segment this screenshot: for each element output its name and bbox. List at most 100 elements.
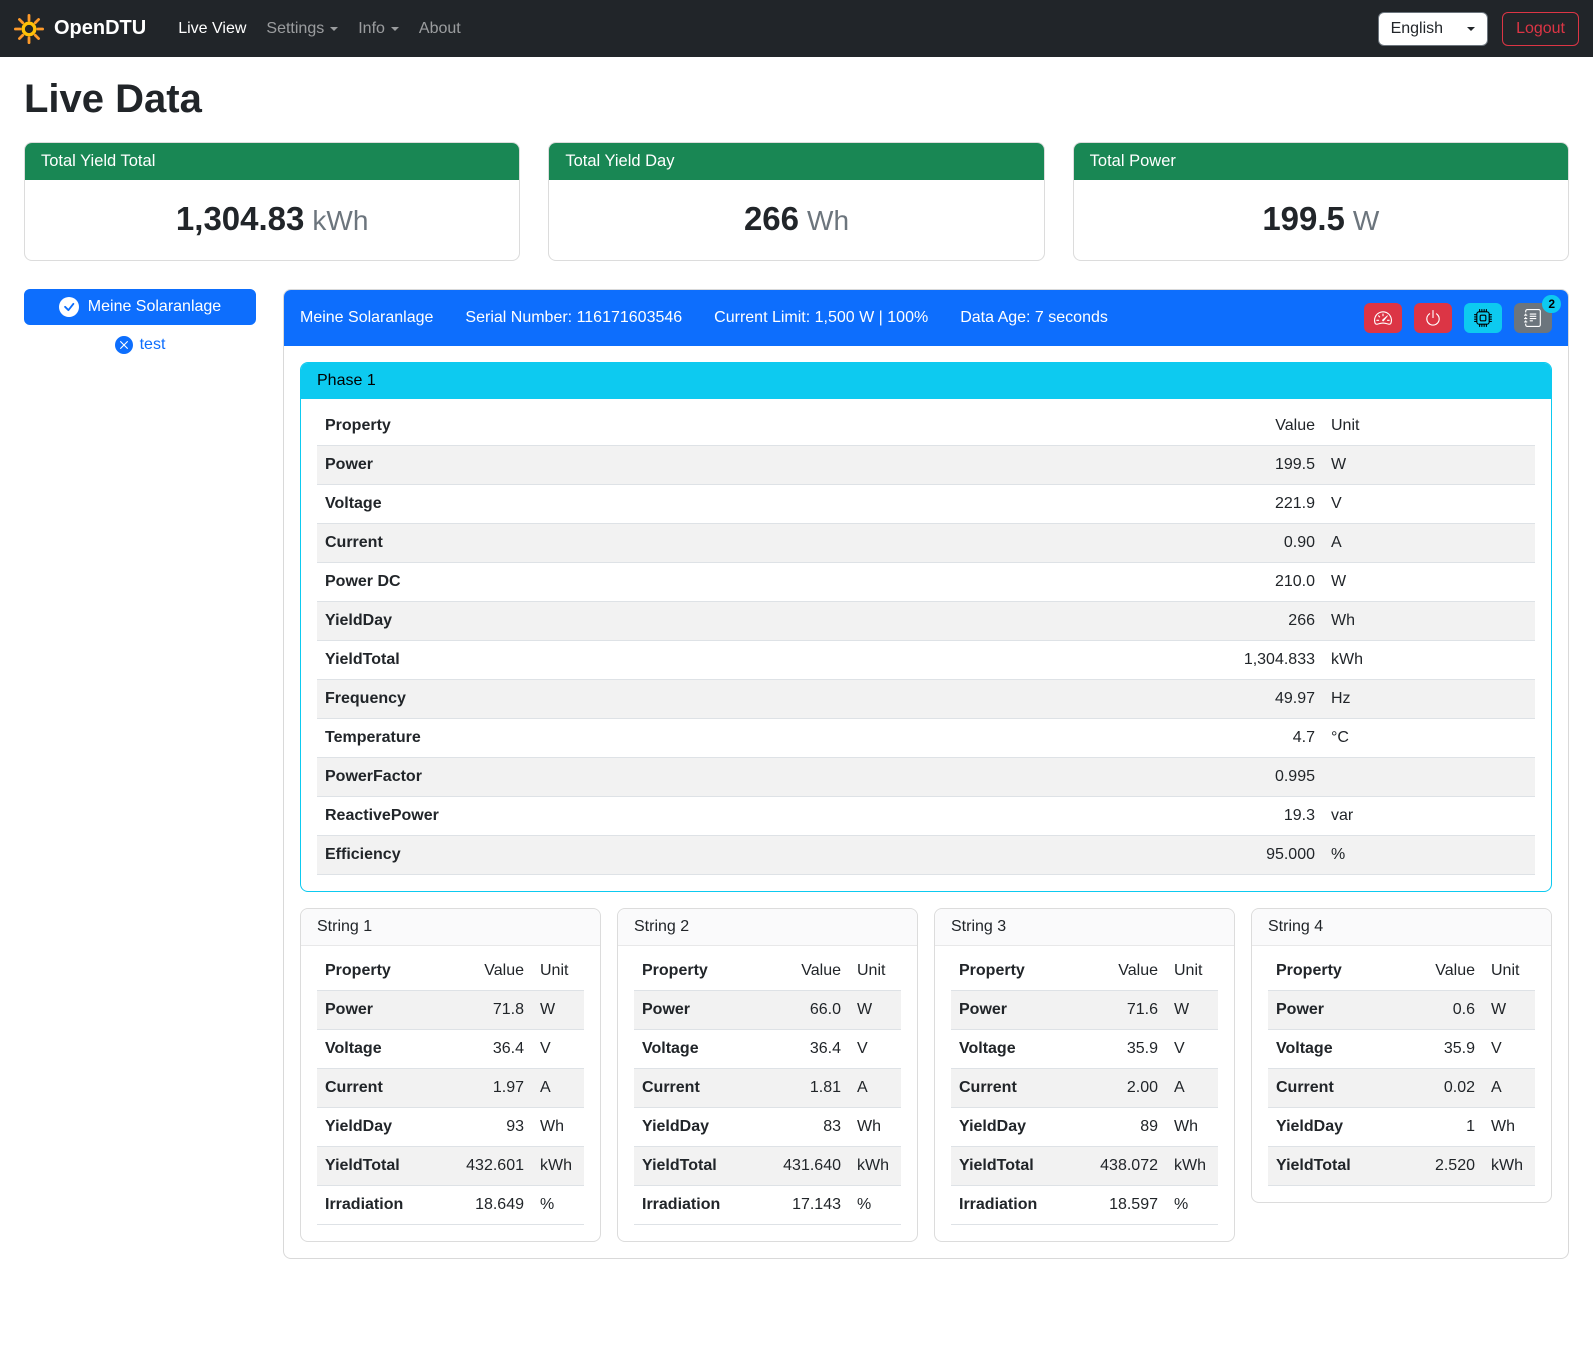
inverter-name: Meine Solaranlage xyxy=(300,309,433,327)
inverter-selected-button[interactable]: Meine Solaranlage xyxy=(24,289,256,325)
phase-table: Property Value Unit Power199.5WVoltage22… xyxy=(317,407,1535,875)
property-cell: PowerFactor xyxy=(317,758,1203,797)
value-cell: 266 xyxy=(1203,602,1323,641)
check-circle-icon xyxy=(59,297,79,317)
table-row: Irradiation18.649% xyxy=(317,1186,584,1225)
unit-cell: A xyxy=(1166,1069,1218,1108)
main-container: Live Data Total Yield Total 1,304.83kWh … xyxy=(0,57,1593,1283)
total-yield-total-card: Total Yield Total 1,304.83kWh xyxy=(24,142,520,261)
power-icon xyxy=(1424,309,1442,327)
value-cell: 35.9 xyxy=(1082,1030,1166,1069)
string-3-card: String 3 Property Value Unit xyxy=(934,908,1235,1242)
limit-settings-button[interactable] xyxy=(1364,303,1402,333)
table-row: Power199.5W xyxy=(317,446,1535,485)
value-cell: 431.640 xyxy=(765,1147,849,1186)
string-title: String 1 xyxy=(301,909,600,946)
unit-cell: % xyxy=(1323,836,1535,875)
unit-cell: W xyxy=(849,991,901,1030)
column-property: Property xyxy=(1268,952,1399,991)
value-cell: 17.143 xyxy=(765,1186,849,1225)
string-3-table: Property Value Unit Power71.6WVoltage35.… xyxy=(951,952,1218,1225)
inverter-limit: Current Limit: 1,500 W | 100% xyxy=(714,309,928,327)
unit-cell: V xyxy=(1323,485,1535,524)
value-cell: 36.4 xyxy=(448,1030,532,1069)
value-cell: 83 xyxy=(765,1108,849,1147)
table-header-row: Property Value Unit xyxy=(634,952,901,991)
unit-cell: °C xyxy=(1323,719,1535,758)
property-cell: YieldDay xyxy=(317,602,1203,641)
unit-cell: V xyxy=(1166,1030,1218,1069)
inverter-panel: Meine Solaranlage Serial Number: 1161716… xyxy=(283,289,1569,1259)
table-row: Voltage36.4V xyxy=(634,1030,901,1069)
string-4-table: Property Value Unit Power0.6WVoltage35.9… xyxy=(1268,952,1535,1186)
power-button[interactable] xyxy=(1414,303,1452,333)
property-cell: Voltage xyxy=(317,485,1203,524)
event-count-badge: 2 xyxy=(1542,295,1561,313)
property-cell: YieldDay xyxy=(634,1108,765,1147)
property-cell: ReactivePower xyxy=(317,797,1203,836)
unit-cell: Wh xyxy=(1323,602,1535,641)
language-select[interactable]: English xyxy=(1378,12,1488,46)
table-row: Voltage35.9V xyxy=(1268,1030,1535,1069)
column-property: Property xyxy=(317,952,448,991)
total-power-card: Total Power 199.5W xyxy=(1073,142,1569,261)
value-cell: 221.9 xyxy=(1203,485,1323,524)
table-row: Irradiation18.597% xyxy=(951,1186,1218,1225)
string-title: String 4 xyxy=(1252,909,1551,946)
table-row: Power71.8W xyxy=(317,991,584,1030)
unit-cell: W xyxy=(1323,563,1535,602)
value-cell: 71.8 xyxy=(448,991,532,1030)
inverter-panel-info: Meine Solaranlage Serial Number: 1161716… xyxy=(300,309,1108,327)
brand[interactable]: OpenDTU xyxy=(14,14,146,44)
property-cell: Current xyxy=(951,1069,1082,1108)
table-row: Current2.00A xyxy=(951,1069,1218,1108)
string-1-card: String 1 Property Value Unit xyxy=(300,908,601,1242)
table-row: YieldTotal1,304.833kWh xyxy=(317,641,1535,680)
card-title: Total Power xyxy=(1074,143,1568,180)
column-value: Value xyxy=(1082,952,1166,991)
nav-about[interactable]: About xyxy=(409,12,471,46)
value-cell: 1 xyxy=(1399,1108,1483,1147)
table-row: Power0.6W xyxy=(1268,991,1535,1030)
unit-cell: kWh xyxy=(849,1147,901,1186)
caret-down-icon xyxy=(1467,27,1475,31)
inverter-item-test[interactable]: test xyxy=(24,336,256,354)
nav-info[interactable]: Info xyxy=(348,12,409,46)
table-row: YieldTotal438.072kWh xyxy=(951,1147,1218,1186)
logout-button[interactable]: Logout xyxy=(1502,12,1579,46)
nav-right: English Logout xyxy=(1378,12,1579,46)
column-unit: Unit xyxy=(1323,407,1535,446)
unit-cell: % xyxy=(1166,1186,1218,1225)
value-cell: 49.97 xyxy=(1203,680,1323,719)
inverter-panel-body: Phase 1 Property Value Unit xyxy=(284,346,1568,1258)
nav-links: Live View Settings Info About xyxy=(168,12,471,46)
nav-settings[interactable]: Settings xyxy=(256,12,348,46)
nav-live-view[interactable]: Live View xyxy=(168,12,256,46)
string-title: String 3 xyxy=(935,909,1234,946)
string-2-table: Property Value Unit Power66.0WVoltage36.… xyxy=(634,952,901,1225)
value-cell: 71.6 xyxy=(1082,991,1166,1030)
column-unit: Unit xyxy=(849,952,901,991)
phase-title: Phase 1 xyxy=(301,363,1551,399)
inverter-selected-label: Meine Solaranlage xyxy=(88,298,221,316)
device-info-button[interactable] xyxy=(1464,303,1502,333)
property-cell: Power xyxy=(317,446,1203,485)
card-unit: kWh xyxy=(312,205,368,236)
card-unit: Wh xyxy=(807,205,849,236)
value-cell: 95.000 xyxy=(1203,836,1323,875)
value-cell: 1,304.833 xyxy=(1203,641,1323,680)
inverter-sidebar: Meine Solaranlage test xyxy=(24,289,256,354)
unit-cell: kWh xyxy=(1323,641,1535,680)
unit-cell: % xyxy=(849,1186,901,1225)
unit-cell: Hz xyxy=(1323,680,1535,719)
property-cell: Efficiency xyxy=(317,836,1203,875)
inverter-test-label: test xyxy=(140,336,166,354)
table-row: Power DC210.0W xyxy=(317,563,1535,602)
string-2-card: String 2 Property Value Unit xyxy=(617,908,918,1242)
string-4-card: String 4 Property Value Unit xyxy=(1251,908,1552,1203)
value-cell: 2.00 xyxy=(1082,1069,1166,1108)
unit-cell: kWh xyxy=(1166,1147,1218,1186)
property-cell: Power xyxy=(317,991,448,1030)
event-log-button[interactable]: 2 xyxy=(1514,303,1552,333)
table-row: Voltage36.4V xyxy=(317,1030,584,1069)
